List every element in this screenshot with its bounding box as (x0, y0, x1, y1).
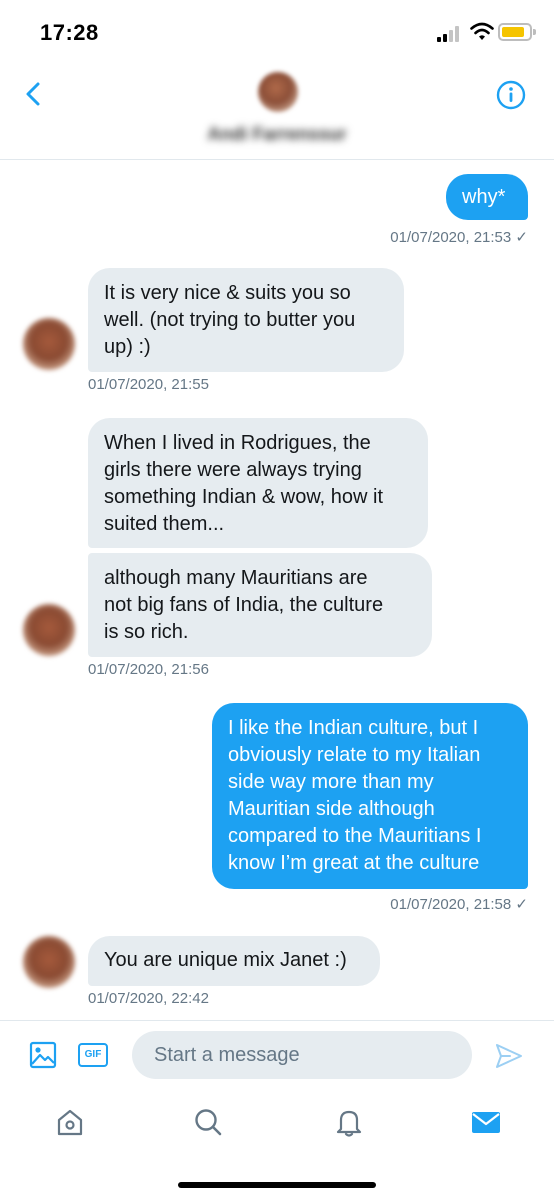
contact-name[interactable]: Andi Farrenssur (0, 124, 554, 145)
message-input[interactable] (132, 1031, 472, 1079)
search-icon[interactable] (192, 1106, 224, 1138)
sent-check-icon: ✓ (515, 229, 528, 246)
incoming-message[interactable]: When I lived in Rodrigues, the girls the… (88, 418, 428, 548)
sender-avatar[interactable] (23, 318, 75, 370)
image-icon[interactable] (29, 1041, 57, 1069)
cellular-signal-icon (437, 26, 459, 42)
outgoing-message[interactable]: why* (446, 174, 528, 220)
incoming-message[interactable]: It is very nice & suits you so well. (no… (88, 268, 404, 372)
message-timestamp: 01/07/2020, 21:53 ✓ (390, 229, 528, 246)
message-composer: GIF (0, 1020, 554, 1090)
battery-icon (498, 23, 532, 41)
tab-bar (0, 1090, 554, 1200)
incoming-message[interactable]: although many Mauritians are not big fan… (88, 553, 432, 657)
sender-avatar[interactable] (23, 604, 75, 656)
status-time: 17:28 (40, 20, 99, 45)
battery-level (502, 27, 524, 37)
message-timestamp: 01/07/2020, 22:42 (88, 990, 209, 1007)
message-timestamp: 01/07/2020, 21:56 (88, 661, 209, 678)
home-indicator[interactable] (178, 1182, 376, 1188)
mail-icon[interactable] (470, 1106, 502, 1138)
gif-button[interactable]: GIF (78, 1043, 108, 1067)
sender-avatar[interactable] (23, 936, 75, 988)
wifi-icon (470, 22, 494, 40)
conversation-header: Andi Farrenssur (0, 66, 554, 160)
bell-icon[interactable] (333, 1106, 365, 1138)
sent-check-icon: ✓ (515, 896, 528, 913)
message-timestamp: 01/07/2020, 21:58 ✓ (390, 896, 528, 913)
home-icon[interactable] (54, 1106, 86, 1138)
status-bar: 17:28 (0, 0, 554, 66)
incoming-message[interactable]: You are unique mix Janet :) (88, 936, 380, 986)
info-icon[interactable] (496, 80, 526, 110)
message-timestamp: 01/07/2020, 21:55 (88, 376, 209, 393)
contact-avatar[interactable] (258, 72, 298, 112)
battery-nub (533, 29, 536, 35)
outgoing-message[interactable]: I like the Indian culture, but I obvious… (212, 703, 528, 889)
send-icon[interactable] (494, 1041, 524, 1071)
back-button[interactable] (18, 78, 50, 110)
